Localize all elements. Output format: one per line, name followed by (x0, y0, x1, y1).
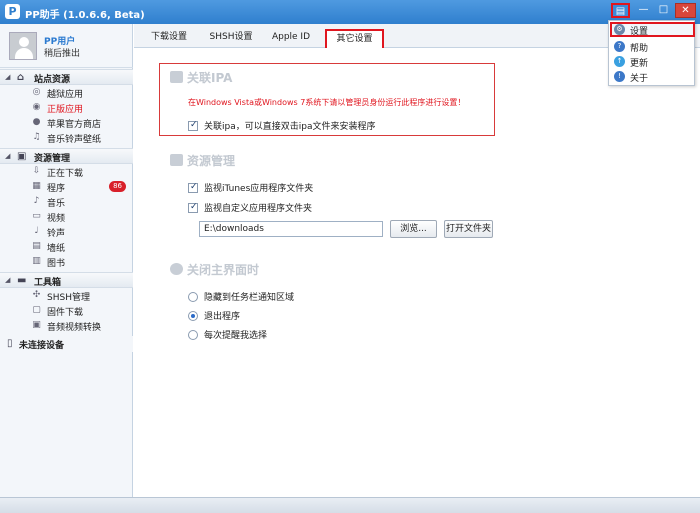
device-status[interactable]: ▯ 未连接设备 (0, 336, 133, 352)
group-site-resources[interactable]: ◢ ⌂ 站点资源 (0, 69, 133, 85)
video-icon: ▭ (32, 211, 41, 221)
resource-section-title: 资源管理 (170, 152, 235, 169)
checkbox-checked-icon (188, 182, 198, 193)
maximize-button[interactable]: □ (654, 3, 673, 18)
update-icon: ↑ (614, 56, 625, 67)
maximize-icon: □ (658, 4, 669, 15)
book-icon: ▥ (32, 256, 41, 266)
title-bar: P PP助手 (1.0.6.6, Beta) ▤ — □ ✕ (0, 0, 700, 24)
genuine-app-icon: ◉ (32, 102, 41, 112)
download-icon: ⇩ (32, 166, 41, 176)
minimize-icon: — (638, 4, 649, 15)
wallpaper-icon: ▤ (32, 241, 41, 251)
close-icon: ✕ (681, 5, 690, 16)
close-button[interactable]: ✕ (675, 3, 696, 18)
option-hide-to-tray[interactable]: 隐藏到任务栏通知区域 (188, 290, 294, 303)
sidebar-item-music[interactable]: ♪ 音乐 (0, 194, 133, 209)
user-panel: PP用户 稍后推出 (0, 24, 133, 68)
sidebar: PP用户 稍后推出 ◢ ⌂ 站点资源 ◎ 越狱应用 ◉ 正版应用 ● 苹果官方商… (0, 24, 133, 497)
menu-icon: ▤ (615, 6, 626, 17)
browse-button[interactable]: 浏览... (390, 220, 437, 238)
open-folder-button[interactable]: 打开文件夹 (444, 220, 493, 238)
ipa-section-title: 关联IPA (170, 69, 232, 86)
window-title: PP助手 (1.0.6.6, Beta) (25, 10, 145, 21)
flag-icon (170, 71, 183, 83)
music-icon: ♫ (32, 132, 41, 142)
radio-unchecked-icon (188, 292, 198, 302)
monitor-itunes-checkbox[interactable]: 监视iTunes应用程序文件夹 (188, 181, 313, 194)
jailbreak-app-icon: ◎ (32, 87, 41, 97)
menu-item-settings[interactable]: ⚙ 设置 (610, 22, 695, 37)
download-path-input[interactable] (199, 221, 383, 237)
close-section-title: 关闭主界面时 (170, 261, 259, 278)
sidebar-item-app-store[interactable]: ● 苹果官方商店 (0, 115, 133, 130)
group-resource-management[interactable]: ◢ ▣ 资源管理 (0, 148, 133, 164)
tab-apple-id[interactable]: Apple ID (269, 29, 313, 48)
resource-icon (170, 154, 183, 166)
sidebar-item-firmware[interactable]: ▢ 固件下载 (0, 303, 133, 318)
tab-download-settings[interactable]: 下载设置 (146, 29, 192, 48)
sidebar-item-downloading[interactable]: ⇩ 正在下载 (0, 164, 133, 179)
menu-item-help[interactable]: ? 帮助 (610, 39, 695, 54)
checkbox-checked-icon (188, 120, 198, 131)
option-exit-program[interactable]: 退出程序 (188, 309, 240, 322)
sidebar-item-genuine-apps[interactable]: ◉ 正版应用 (0, 100, 133, 115)
music-note-icon: ♪ (33, 196, 40, 206)
convert-icon: ▣ (32, 320, 41, 330)
help-icon: ? (614, 41, 625, 52)
sidebar-item-ringtone[interactable]: ♩ 铃声 (0, 224, 133, 239)
collapse-arrow-icon: ◢ (5, 276, 11, 284)
toolbox-icon: ▬ (17, 275, 27, 286)
sidebar-item-shsh[interactable]: ✣ SHSH管理 (0, 288, 133, 303)
gear-icon: ⚙ (614, 24, 625, 35)
monitor-icon: ▣ (17, 151, 27, 162)
checkbox-checked-icon (188, 202, 198, 213)
sidebar-item-converter[interactable]: ▣ 音频视频转换 (0, 318, 133, 333)
sidebar-item-video[interactable]: ▭ 视频 (0, 209, 133, 224)
shsh-icon: ✣ (32, 290, 41, 300)
power-icon (170, 263, 183, 275)
user-status: 稍后推出 (44, 49, 81, 59)
avatar[interactable] (9, 32, 37, 60)
admin-warning: 在Windows Vista或Windows 7系统下请以管理员身份运行此程序进… (188, 98, 466, 107)
firmware-icon: ▢ (32, 305, 41, 315)
programs-icon: ▦ (32, 181, 41, 191)
sidebar-item-books[interactable]: ▥ 图书 (0, 254, 133, 269)
ipa-association-checkbox[interactable]: 关联ipa，可以直接双击ipa文件来安装程序 (188, 119, 375, 132)
menu-item-about[interactable]: ! 关于 (610, 69, 695, 84)
home-icon: ⌂ (17, 72, 25, 83)
main-menu-popup: ⚙ 设置 ? 帮助 ↑ 更新 ! 关于 (608, 20, 695, 86)
monitor-custom-checkbox[interactable]: 监视自定义应用程序文件夹 (188, 201, 312, 214)
device-icon: ▯ (7, 338, 13, 349)
sidebar-item-wallpaper[interactable]: ▤ 墙纸 (0, 239, 133, 254)
minimize-button[interactable]: — (634, 3, 653, 18)
pp-logo-icon: P (5, 4, 20, 19)
collapse-arrow-icon: ◢ (5, 73, 11, 81)
radio-unchecked-icon (188, 330, 198, 340)
tab-other-settings[interactable]: 其它设置 (325, 29, 384, 48)
info-icon: ! (614, 71, 625, 82)
apple-icon: ● (32, 117, 41, 127)
menu-item-update[interactable]: ↑ 更新 (610, 54, 695, 69)
group-toolbox[interactable]: ◢ ▬ 工具箱 (0, 272, 133, 288)
collapse-arrow-icon: ◢ (5, 152, 11, 160)
radio-checked-icon (188, 311, 198, 321)
sidebar-item-jailbreak-apps[interactable]: ◎ 越狱应用 (0, 85, 133, 100)
bell-icon: ♩ (34, 226, 39, 236)
menu-button[interactable]: ▤ (611, 3, 630, 18)
sidebar-item-music-ringtones[interactable]: ♫ 音乐铃声壁纸 (0, 130, 133, 145)
sidebar-item-programs[interactable]: ▦ 程序 86 (0, 179, 133, 194)
programs-count-badge: 86 (109, 181, 126, 192)
status-bar (0, 497, 700, 513)
tab-shsh-settings[interactable]: SHSH设置 (206, 29, 256, 48)
option-ask-every-time[interactable]: 每次提醒我选择 (188, 328, 267, 341)
